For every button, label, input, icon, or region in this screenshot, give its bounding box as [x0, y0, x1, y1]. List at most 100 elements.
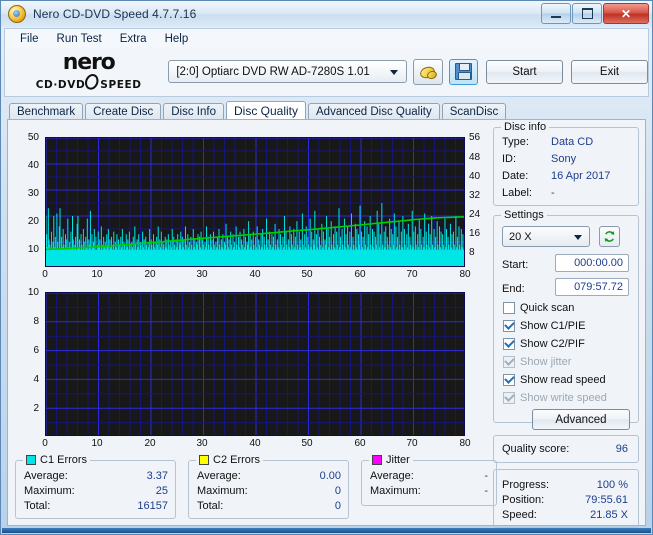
c1-ytick-40: 40	[15, 160, 39, 171]
c2-ytick-2: 2	[15, 403, 39, 414]
c1-maximum-label: Maximum:	[24, 485, 75, 497]
c1-average-value: 3.37	[106, 470, 168, 482]
drive-select-value: [2:0] Optiarc DVD RW AD-7280S 1.01	[176, 66, 369, 78]
c2-errors-stats-title: C2 Errors	[196, 454, 263, 466]
status-bar	[2, 528, 651, 533]
eject-button[interactable]	[413, 59, 443, 85]
jitter-average-label: Average:	[370, 470, 414, 482]
jitter-stats-label: Jitter	[386, 454, 410, 466]
checkbox-quick-scan-box	[503, 302, 515, 314]
jitter-stats: Jitter Average: Maximum: - -	[361, 460, 497, 506]
maximize-button[interactable]	[572, 3, 602, 24]
disc-label-value: -	[551, 187, 555, 199]
progress-label: Progress:	[502, 479, 549, 491]
menu-item-file[interactable]: File	[11, 31, 48, 47]
c2-ytick-10: 10	[15, 287, 39, 298]
tab-scandisc[interactable]: ScanDisc	[442, 103, 507, 120]
c1-ytick-50: 50	[15, 132, 39, 143]
quality-score-value: 96	[574, 443, 628, 455]
menu-item-extra[interactable]: Extra	[111, 31, 156, 47]
c1-maximum-value: 25	[106, 485, 168, 497]
minimize-button[interactable]	[541, 3, 571, 24]
logo-subtitle: CD·DVDSPEED	[15, 72, 162, 91]
progress-value: 100 %	[566, 479, 628, 491]
menu-item-run-test[interactable]: Run Test	[48, 31, 111, 47]
c2-xtick-50: 50	[296, 438, 318, 449]
scan-end-label: End:	[502, 283, 525, 295]
refresh-button[interactable]	[599, 226, 620, 247]
jitter-average-value: -	[432, 470, 488, 482]
tab-create-disc[interactable]: Create Disc	[85, 103, 161, 120]
speed-ytick-8: 8	[469, 247, 491, 258]
c1-errors-stats: C1 Errors Average: Maximum: Total: 3.37 …	[15, 460, 176, 519]
disc-info-group: Disc info Type: ID: Date: Label: Data CD…	[493, 127, 639, 206]
exit-button[interactable]: Exit	[571, 60, 648, 84]
close-button[interactable]: ✕	[603, 3, 649, 24]
checkbox-show-c2-pif[interactable]: Show C2/PIF	[503, 338, 585, 350]
c2-xtick-40: 40	[244, 438, 266, 449]
c1-color-swatch	[26, 455, 36, 465]
c2-average-value: 0.00	[279, 470, 341, 482]
advanced-button[interactable]: Advanced	[532, 409, 630, 430]
c2-total-label: Total:	[197, 500, 223, 512]
menu-bar: File Run Test Extra Help	[4, 28, 649, 48]
drive-select[interactable]: [2:0] Optiarc DVD RW AD-7280S 1.01	[168, 60, 407, 83]
save-button[interactable]	[449, 59, 479, 85]
jitter-maximum-value: -	[432, 485, 488, 497]
tab-advanced-disc-quality[interactable]: Advanced Disc Quality	[308, 103, 440, 120]
menu-item-help[interactable]: Help	[156, 31, 198, 47]
c2-xtick-10: 10	[86, 438, 108, 449]
checkbox-show-jitter-label: Show jitter	[520, 356, 571, 368]
c2-maximum-label: Maximum:	[197, 485, 248, 497]
speed-select[interactable]: 20 X	[502, 226, 590, 247]
c2-errors-stats-label: C2 Errors	[213, 454, 260, 466]
tab-disc-info[interactable]: Disc Info	[163, 103, 224, 120]
start-button[interactable]: Start	[486, 60, 563, 84]
checkbox-quick-scan-label: Quick scan	[520, 302, 574, 314]
disc-date-label: Date:	[502, 170, 528, 182]
minimize-icon	[551, 16, 561, 18]
scan-end-input[interactable]: 079:57.72	[555, 278, 629, 296]
position-value: 79:55.61	[566, 494, 628, 506]
disc-id-value: Sony	[551, 153, 576, 165]
checkbox-quick-scan[interactable]: Quick scan	[503, 302, 574, 314]
c2-total-value: 0	[279, 500, 341, 512]
speed-value: 21.85 X	[566, 509, 628, 521]
checkbox-show-c1-pie[interactable]: Show C1/PIE	[503, 320, 585, 332]
speed-label: Speed:	[502, 509, 537, 521]
c1-total-label: Total:	[24, 500, 50, 512]
tab-benchmark[interactable]: Benchmark	[9, 103, 83, 120]
c1-plot	[45, 137, 465, 267]
checkbox-show-write-speed: Show write speed	[503, 392, 607, 404]
speed-ytick-16: 16	[469, 228, 491, 239]
window-controls: ✕	[541, 3, 649, 24]
checkbox-show-read-speed-box	[503, 374, 515, 386]
checkbox-show-read-speed[interactable]: Show read speed	[503, 374, 606, 386]
c1-xtick-70: 70	[401, 269, 423, 280]
tab-disc-quality[interactable]: Disc Quality	[226, 101, 306, 120]
save-icon	[455, 63, 472, 80]
c2-color-swatch	[199, 455, 209, 465]
c1-errors-stats-title: C1 Errors	[23, 454, 90, 466]
position-label: Position:	[502, 494, 544, 506]
c2-ytick-8: 8	[15, 316, 39, 327]
c1-xtick-60: 60	[349, 269, 371, 280]
title-bar: Nero CD-DVD Speed 4.7.7.16 ✕	[1, 1, 652, 27]
window-title: Nero CD-DVD Speed 4.7.7.16	[33, 7, 196, 21]
c1-xtick-10: 10	[86, 269, 108, 280]
c1-errors-stats-label: C1 Errors	[40, 454, 87, 466]
c2-xtick-30: 30	[191, 438, 213, 449]
eject-icon	[419, 64, 436, 79]
speed-ytick-40: 40	[469, 171, 491, 182]
c1-plot-svg	[46, 138, 465, 267]
disc-label-label: Label:	[502, 187, 532, 199]
disc-type-value: Data CD	[551, 136, 593, 148]
c2-plot-svg	[46, 293, 465, 436]
jitter-stats-title: Jitter	[369, 454, 413, 466]
scan-start-input[interactable]: 000:00.00	[555, 254, 629, 272]
quality-score-label: Quality score:	[502, 443, 569, 455]
refresh-icon	[603, 230, 616, 243]
close-icon: ✕	[621, 8, 631, 20]
nero-cd-dvd-speed-window: Nero CD-DVD Speed 4.7.7.16 ✕ File Run Te…	[0, 0, 653, 535]
disc-id-label: ID:	[502, 153, 516, 165]
